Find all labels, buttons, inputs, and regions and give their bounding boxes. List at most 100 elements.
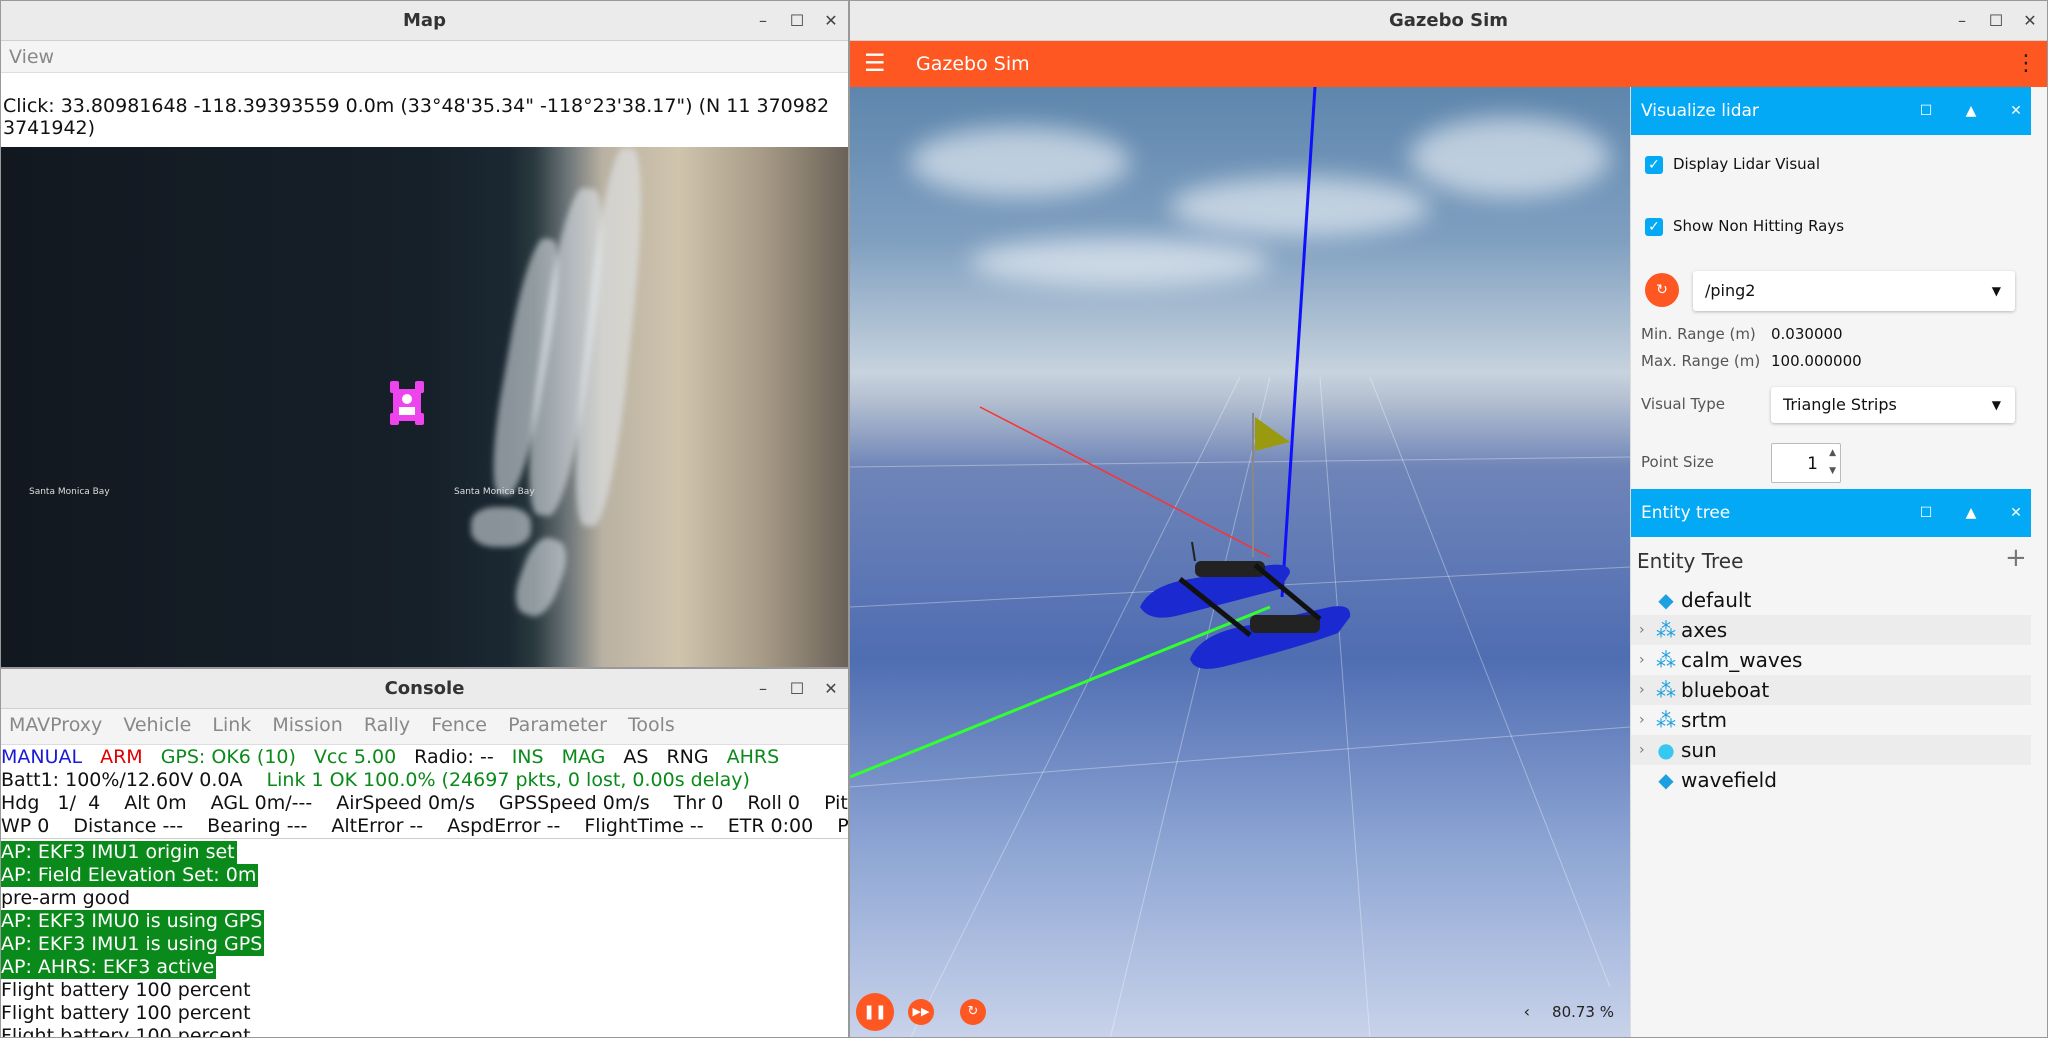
menu-rally[interactable]: Rally (356, 709, 418, 741)
chevron-right-icon[interactable]: › (1639, 705, 1653, 735)
spin-down-icon[interactable]: ▼ (1829, 466, 1836, 476)
maximize-button[interactable]: ☐ (780, 669, 814, 709)
console-titlebar[interactable]: Console – ☐ ✕ (1, 669, 848, 709)
status-item: MANUAL (1, 746, 83, 768)
point-size-value: 1 (1807, 454, 1818, 474)
entity-tree-item[interactable]: › ● sun (1631, 735, 2031, 765)
min-range-value: 0.030000 (1771, 325, 1843, 343)
close-button[interactable]: ✕ (2013, 1, 2047, 41)
status-row-battery: Batt1: 100%/12.60V 0.0A Link 1 OK 100.0%… (1, 769, 848, 792)
entity-tree-item[interactable]: › ⁂ calm_waves (1631, 645, 2031, 675)
vehicle-marker-icon[interactable] (389, 375, 425, 427)
map-click-readout: Click: 33.80981648 -118.39393559 0.0m (3… (1, 73, 848, 147)
minimize-button[interactable]: – (1945, 1, 1979, 41)
throttle-status: Thr 0 (673, 792, 724, 814)
menu-mavproxy[interactable]: MAVProxy (1, 709, 110, 741)
pause-button[interactable]: ❚❚ (856, 993, 894, 1031)
entity-tree-item[interactable]: › ⁂ blueboat (1631, 675, 2031, 705)
checkbox-checked-icon[interactable]: ✓ (1645, 155, 1663, 174)
menu-parameter[interactable]: Parameter (500, 709, 615, 741)
link-status: Link 1 OK 100.0% (24697 pkts, 0 lost, 0.… (266, 769, 750, 791)
panel-collapse-icon[interactable]: ▲ (1956, 87, 1986, 135)
panel-close-icon[interactable]: ✕ (2001, 489, 2031, 537)
distance-status: Distance --- (73, 815, 184, 837)
zoom-level: 80.73 % (1552, 1003, 1614, 1021)
entity-tree-item[interactable]: ◆ default (1631, 585, 2031, 615)
alt-status: Alt 0m (124, 792, 187, 814)
console-message: Flight battery 100 percent (1, 1025, 251, 1038)
console-message: Flight battery 100 percent (1, 1002, 251, 1024)
chevron-right-icon[interactable]: › (1639, 675, 1653, 705)
checkbox-checked-icon[interactable]: ✓ (1645, 217, 1663, 236)
playback-controls: ❚❚ ▶▶ ↻ ‹ 80.73 % (850, 983, 1630, 1037)
more-options-icon[interactable]: ⋮ (2015, 41, 2037, 87)
menu-link[interactable]: Link (204, 709, 259, 741)
entity-tree-item[interactable]: › ⁂ srtm (1631, 705, 2031, 735)
gazebo-appbar: ☰ Gazebo Sim ⋮ (850, 41, 2047, 87)
entity-name: calm_waves (1681, 648, 1803, 672)
visual-type-select[interactable]: Triangle Strips ▼ (1771, 387, 2015, 423)
max-range-value: 100.000000 (1771, 352, 1862, 370)
console-window: Console – ☐ ✕ MAVProxy Vehicle Link Miss… (0, 668, 849, 1038)
console-message: AP: EKF3 IMU0 is using GPS (1, 910, 265, 933)
entity-tree-item[interactable]: › ⁂ axes (1631, 615, 2031, 645)
console-message: AP: EKF3 IMU1 origin set (1, 841, 237, 864)
display-lidar-visual-checkbox[interactable]: ✓ Display Lidar Visual (1645, 153, 1820, 175)
entity-name: blueboat (1681, 678, 1770, 702)
refresh-topics-button[interactable]: ↻ (1645, 273, 1679, 307)
reset-button[interactable]: ↻ (960, 999, 986, 1025)
menu-fence[interactable]: Fence (423, 709, 495, 741)
3d-scene-viewport[interactable]: ❚❚ ▶▶ ↻ ‹ 80.73 % (850, 87, 1630, 1037)
maximize-button[interactable]: ☐ (1979, 1, 2013, 41)
chevron-left-icon[interactable]: ‹ (1524, 1002, 1530, 1021)
gazebo-titlebar[interactable]: Gazebo Sim – ☐ ✕ (850, 1, 2047, 41)
panel-maximize-icon[interactable]: ☐ (1911, 489, 1941, 537)
model-icon: ⁂ (1656, 618, 1676, 642)
point-size-spinbox[interactable]: 1 ▲ ▼ (1771, 443, 1841, 483)
chevron-right-icon[interactable]: › (1639, 645, 1653, 675)
satellite-map[interactable]: Santa Monica Bay Santa Monica Bay (1, 147, 848, 667)
bearing-status: Bearing --- (207, 815, 308, 837)
map-titlebar[interactable]: Map – ☐ ✕ (1, 1, 848, 41)
gazebo-window: Gazebo Sim – ☐ ✕ ☰ Gazebo Sim ⋮ ❚❚ ▶▶ ↻ … (849, 0, 2048, 1038)
panel-close-icon[interactable]: ✕ (2001, 87, 2031, 135)
gpsspeed-status: GPSSpeed 0m/s (498, 792, 650, 814)
chevron-right-icon[interactable]: › (1639, 735, 1653, 765)
model-icon: ⁂ (1656, 678, 1676, 702)
panel-maximize-icon[interactable]: ☐ (1911, 87, 1941, 135)
spin-up-icon[interactable]: ▲ (1829, 448, 1836, 458)
minimize-button[interactable]: – (746, 1, 780, 41)
menu-tools[interactable]: Tools (620, 709, 683, 741)
console-message: Flight battery 100 percent (1, 979, 251, 1001)
menu-view[interactable]: View (1, 41, 62, 73)
aspderror-status: AspdError -- (447, 815, 561, 837)
status-item: AS (623, 746, 649, 768)
close-button[interactable]: ✕ (814, 1, 848, 41)
console-message-log[interactable]: AP: EKF3 IMU1 origin set AP: Field Elevat… (1, 841, 848, 1037)
battery-status: Batt1: 100%/12.60V 0.0A (1, 769, 243, 791)
click-coords-line2: 3741942) (3, 117, 96, 139)
minimize-button[interactable]: – (746, 669, 780, 709)
min-range-label: Min. Range (m) (1641, 325, 1756, 343)
model-icon: ⁂ (1656, 708, 1676, 732)
maximize-button[interactable]: ☐ (780, 1, 814, 41)
param-status: Param (837, 815, 848, 837)
menu-vehicle[interactable]: Vehicle (115, 709, 199, 741)
hamburger-menu-icon[interactable]: ☰ (864, 51, 888, 75)
click-coords-line1: Click: 33.80981648 -118.39393559 0.0m (3… (3, 95, 830, 117)
chevron-right-icon[interactable]: › (1639, 615, 1653, 645)
topic-select[interactable]: /ping2 ▼ (1693, 271, 2015, 311)
status-item: Radio: -- (414, 746, 494, 768)
show-non-hitting-rays-checkbox[interactable]: ✓ Show Non Hitting Rays (1645, 215, 1844, 237)
status-item: Vcc 5.00 (313, 746, 397, 768)
panel-collapse-icon[interactable]: ▲ (1956, 489, 1986, 537)
entity-list: ◆ default › ⁂ axes › ⁂ calm_waves › ⁂ blueboat › ⁂ sr… (1631, 585, 2031, 825)
alterror-status: AltError -- (331, 815, 424, 837)
add-entity-icon[interactable]: + (2005, 543, 2027, 573)
menu-mission[interactable]: Mission (264, 709, 350, 741)
entity-tree-item[interactable]: ◆ wavefield (1631, 765, 2031, 795)
close-button[interactable]: ✕ (814, 669, 848, 709)
step-button[interactable]: ▶▶ (908, 999, 934, 1025)
entity-name: wavefield (1681, 768, 1777, 792)
show-non-hitting-rays-label: Show Non Hitting Rays (1673, 217, 1845, 235)
